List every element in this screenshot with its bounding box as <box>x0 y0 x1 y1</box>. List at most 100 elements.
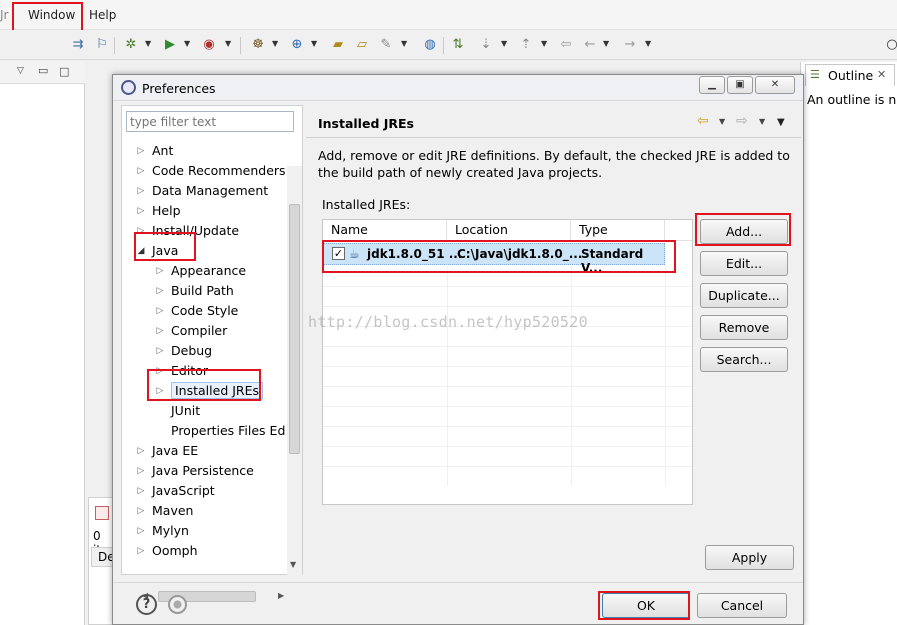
help-icon[interactable]: ? <box>136 594 157 615</box>
maximize-button[interactable]: ▣ <box>727 76 753 94</box>
chevron-down-icon[interactable]: ▼ <box>145 39 151 48</box>
last-edit-icon[interactable]: ⇦ <box>558 37 574 53</box>
apply-button[interactable]: Apply <box>705 545 794 570</box>
column-header-name[interactable]: Name <box>323 220 447 240</box>
close-icon[interactable]: ✕ <box>877 68 886 81</box>
open-file-icon[interactable]: ▱ <box>354 37 370 53</box>
tab-outline[interactable]: ☰ Outline ✕ <box>805 64 895 86</box>
view-menu-icon[interactable]: ▽ <box>17 66 24 76</box>
main-toolbar: ⇉ ⚐ ✲ ▼ ▶ ▼ ◉ ▼ ☸ ▼ ⊕ ▼ ▰ ▱ ✎ ▼ ◍ ⇅ ⇣ ▼ … <box>0 30 897 60</box>
empty-row <box>323 426 692 446</box>
tree-item-oomph[interactable]: ▷ Oomph <box>132 542 198 560</box>
toggle-icon[interactable]: ⇅ <box>450 37 466 53</box>
next-annotation-icon[interactable]: ⇣ <box>478 37 494 53</box>
tree-item-appearance[interactable]: ▷ Appearance <box>151 262 247 280</box>
forward-icon[interactable]: ⇨ <box>736 113 748 129</box>
new-class-icon[interactable]: ⊕ <box>289 37 305 53</box>
chevron-down-icon[interactable]: ▼ <box>603 39 609 48</box>
dialog-titlebar[interactable]: Preferences ▁ ▣ ✕ <box>113 75 803 101</box>
tree-item-javascript[interactable]: ▷ JavaScript <box>132 482 215 500</box>
chevron-down-icon[interactable]: ▼ <box>501 39 507 48</box>
run-icon[interactable]: ▶ <box>162 37 178 53</box>
tree-vertical-scrollbar[interactable]: ▼ <box>287 166 302 576</box>
new-icon[interactable]: ⇉ <box>70 37 86 53</box>
previous-annotation-icon[interactable]: ⇡ <box>518 37 534 53</box>
tree-horizontal-scrollbar[interactable]: ◀ ▶ <box>142 589 292 605</box>
column-divider <box>571 266 572 486</box>
scroll-right-icon[interactable]: ▶ <box>278 591 284 600</box>
open-folder-icon[interactable]: ▰ <box>330 37 346 53</box>
pencil-icon[interactable]: ✎ <box>378 37 394 53</box>
page-description: Add, remove or edit JRE definitions. By … <box>318 148 790 180</box>
empty-row <box>323 286 692 306</box>
tree-item-properties-files-editor[interactable]: Properties Files Ed <box>151 422 287 440</box>
open-type-icon[interactable]: ⚐ <box>94 37 110 53</box>
edit-button[interactable]: Edit... <box>700 251 788 276</box>
toolbar-separator <box>114 37 115 54</box>
tree-item-junit[interactable]: JUnit <box>151 402 200 420</box>
quick-access-search-icon[interactable]: ○ <box>884 37 897 53</box>
new-java-project-icon[interactable]: ☸ <box>250 37 266 53</box>
cancel-button[interactable]: Cancel <box>697 593 787 618</box>
oomph-record-icon[interactable] <box>168 595 187 614</box>
left-view: ▽ ▭ □ <box>0 62 85 625</box>
tree-item-compiler[interactable]: ▷ Compiler <box>151 322 228 340</box>
menu-bar: Jr Window Help <box>0 0 897 30</box>
tree-item-mylyn[interactable]: ▷ Mylyn <box>132 522 189 540</box>
remove-button[interactable]: Remove <box>700 315 788 340</box>
installed-jres-label: Installed JREs: <box>322 197 411 212</box>
chevron-down-icon[interactable]: ▼ <box>759 117 765 126</box>
close-button[interactable]: ✕ <box>755 76 795 94</box>
chevron-down-icon[interactable]: ▼ <box>541 39 547 48</box>
chevron-down-icon[interactable]: ▼ <box>184 39 190 48</box>
tree-item-java-persistence[interactable]: ▷ Java Persistence <box>132 462 254 480</box>
highlight-add-button <box>695 213 791 246</box>
external-tools-icon[interactable]: ◉ <box>201 37 217 53</box>
chevron-down-icon[interactable]: ▼ <box>225 39 231 48</box>
tree-item-ant[interactable]: ▷ Ant <box>132 142 174 160</box>
back-icon[interactable]: ← <box>582 37 598 53</box>
chevron-down-icon[interactable]: ▼ <box>719 117 725 126</box>
outline-tab-label: Outline <box>828 68 874 83</box>
back-icon[interactable]: ⇦ <box>697 113 709 129</box>
column-divider <box>447 266 448 486</box>
scroll-down-icon[interactable]: ▼ <box>290 560 296 569</box>
outline-icon: ☰ <box>810 68 820 81</box>
outline-view: ☰ Outline ✕ An outline is not <box>800 62 897 625</box>
tree-item-code-recommenders[interactable]: ▷ Code Recommenders <box>132 162 286 180</box>
filter-input[interactable] <box>126 111 294 132</box>
preferences-tree: ▷ Ant ▷ Code Recommenders ▷ Data Management… <box>121 105 303 605</box>
duplicate-button[interactable]: Duplicate... <box>700 283 788 308</box>
tree-item-maven[interactable]: ▷ Maven <box>132 502 194 520</box>
preferences-dialog: Preferences ▁ ▣ ✕ ▷ Ant ▷ Code Recommender… <box>112 74 804 625</box>
column-header-type[interactable]: Type <box>571 220 665 240</box>
search-button[interactable]: Search... <box>700 347 788 372</box>
minimize-button[interactable]: ▁ <box>699 76 725 94</box>
tree-item-code-style[interactable]: ▷ Code Style <box>151 302 239 320</box>
column-header-location[interactable]: Location <box>447 220 571 240</box>
empty-row <box>323 386 692 406</box>
watermark: http://blog.csdn.net/hyp520520 <box>308 313 588 331</box>
tree-item-java-ee[interactable]: ▷ Java EE <box>132 442 199 460</box>
globe-icon[interactable]: ◍ <box>422 37 438 53</box>
menu-edge: Jr <box>0 8 9 22</box>
tree-item-help[interactable]: ▷ Help <box>132 202 181 220</box>
chevron-down-icon[interactable]: ▼ <box>401 39 407 48</box>
chevron-down-icon[interactable]: ▼ <box>272 39 278 48</box>
tree-item-debug[interactable]: ▷ Debug <box>151 342 213 360</box>
scrollbar-thumb[interactable] <box>289 204 300 454</box>
debug-icon[interactable]: ✲ <box>123 37 139 53</box>
chevron-down-icon[interactable]: ▼ <box>645 39 651 48</box>
chevron-down-icon[interactable]: ▼ <box>311 39 317 48</box>
minimize-icon[interactable]: ▭ <box>38 64 48 77</box>
view-menu-icon[interactable]: ▼ <box>777 117 785 128</box>
tree-item-build-path[interactable]: ▷ Build Path <box>151 282 234 300</box>
toolbar-separator <box>443 37 444 54</box>
forward-icon[interactable]: → <box>622 37 638 53</box>
highlight-java <box>134 232 196 261</box>
menu-help[interactable]: Help <box>89 8 116 22</box>
tree-item-data-management[interactable]: ▷ Data Management <box>132 182 269 200</box>
maximize-icon[interactable]: □ <box>59 65 69 78</box>
empty-row <box>323 446 692 466</box>
problems-icon <box>95 506 109 520</box>
